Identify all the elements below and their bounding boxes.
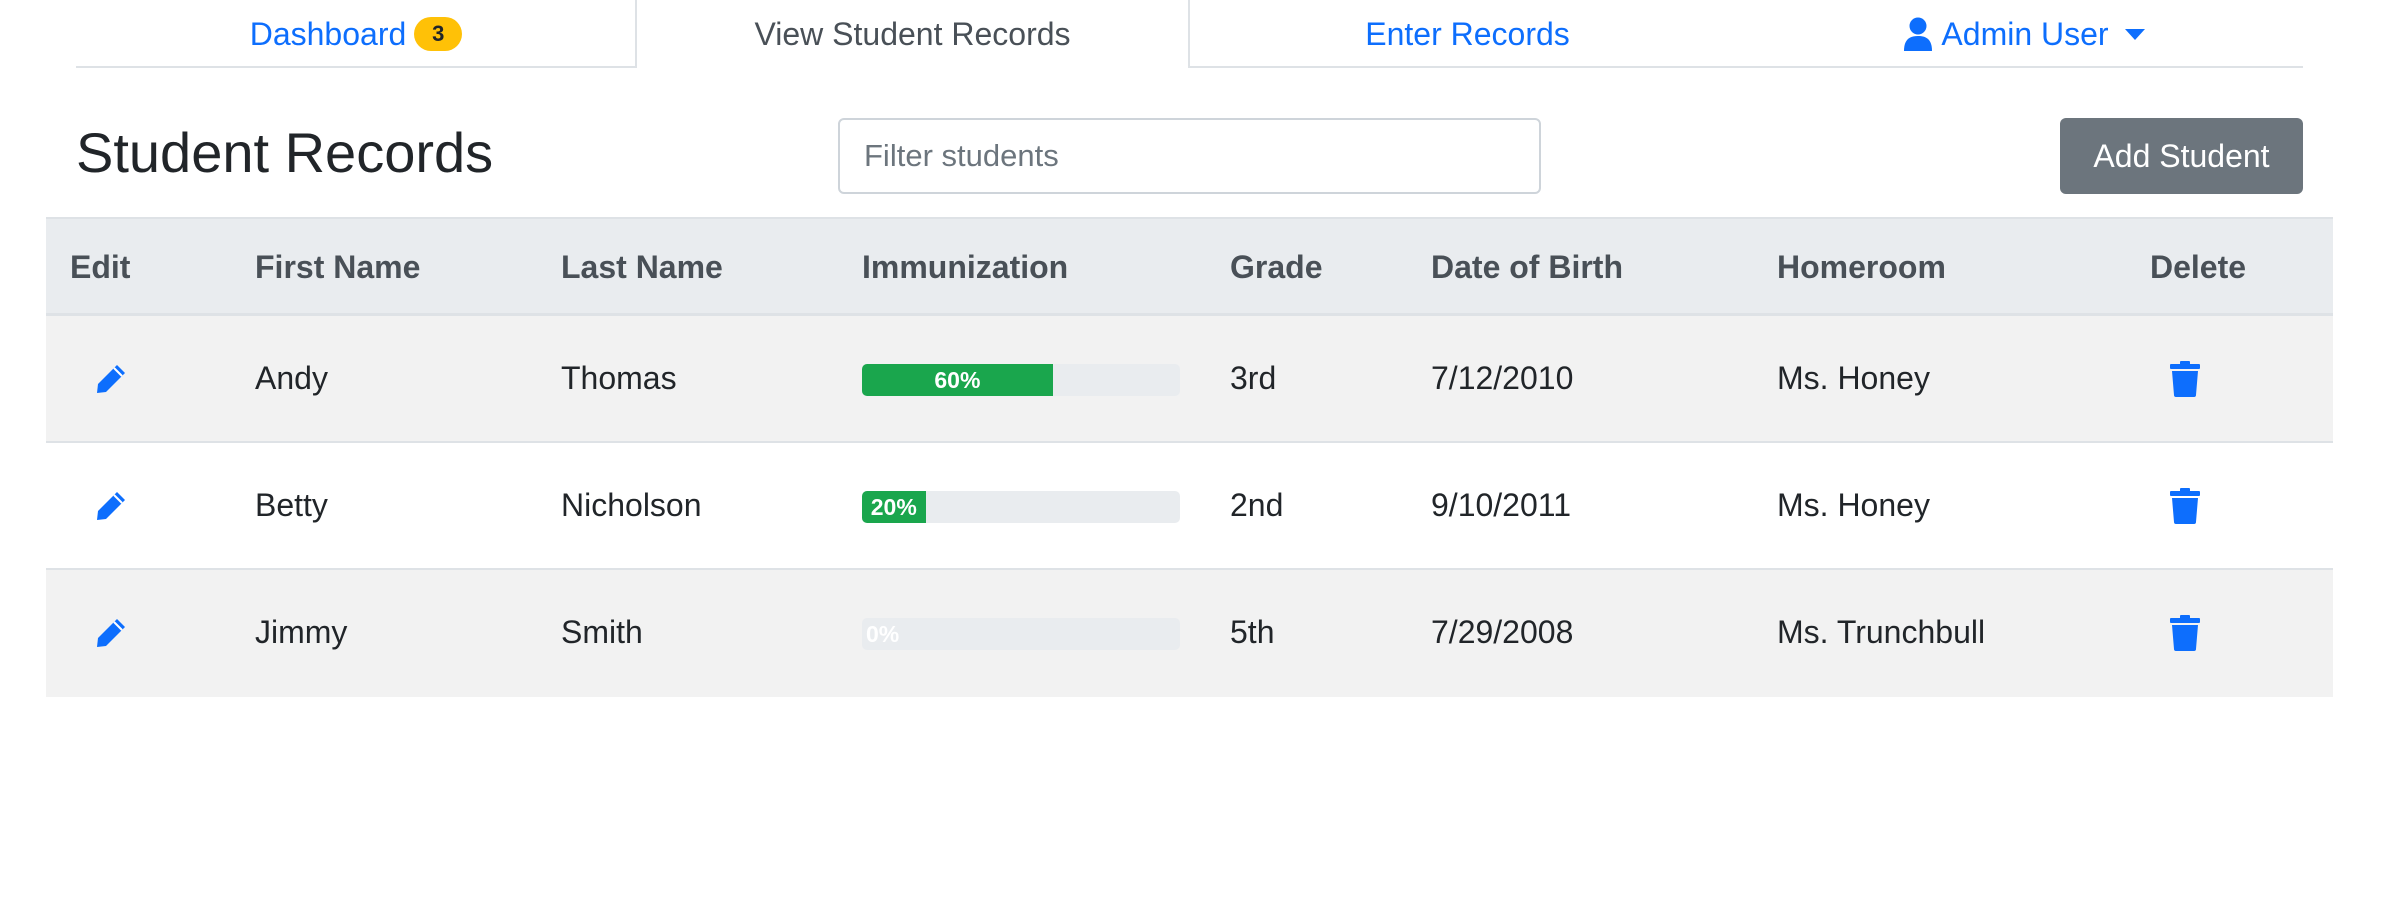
first-name-cell: Andy <box>255 360 328 396</box>
filter-students-input[interactable] <box>838 118 1541 194</box>
first-name-cell: Jimmy <box>255 614 348 650</box>
homeroom-cell: Ms. Honey <box>1777 360 1930 396</box>
table-row: Andy Thomas 60% 3rd 7/12/2010 Ms. Honey <box>46 316 2333 443</box>
tab-view-student-records[interactable]: View Student Records <box>635 0 1190 68</box>
tab-dashboard[interactable]: Dashboard 3 <box>76 0 636 68</box>
last-name-cell: Thomas <box>561 360 677 396</box>
homeroom-cell: Ms. Trunchbull <box>1777 614 1986 650</box>
date-of-birth-cell: 7/12/2010 <box>1431 360 1574 396</box>
grade-cell: 3rd <box>1230 360 1277 396</box>
pencil-icon <box>97 364 125 393</box>
edit-button[interactable] <box>94 570 128 695</box>
pencil-icon <box>97 491 125 520</box>
immunization-progress: 0% <box>862 618 1180 650</box>
first-name-cell: Betty <box>255 487 328 523</box>
delete-button[interactable] <box>2170 316 2200 441</box>
homeroom-cell: Ms. Honey <box>1777 487 1930 523</box>
tab-enter-records[interactable]: Enter Records <box>1190 0 1745 68</box>
caret-down-icon <box>2124 28 2145 40</box>
column-header-date-of-birth: Date of Birth <box>1431 248 1623 285</box>
notification-badge: 3 <box>414 17 463 51</box>
immunization-progress-bar: 0% <box>866 620 900 647</box>
top-nav: Dashboard 3 View Student Records Enter R… <box>76 0 2303 68</box>
page-title: Student Records <box>76 121 494 184</box>
user-menu-label: Admin User <box>1941 15 2109 52</box>
column-header-homeroom: Homeroom <box>1777 248 1946 285</box>
user-icon <box>1904 17 1933 51</box>
user-menu-dropdown[interactable]: Admin User <box>1745 0 2303 68</box>
grade-cell: 5th <box>1230 614 1275 650</box>
date-of-birth-cell: 7/29/2008 <box>1431 614 1574 650</box>
immunization-progress: 20% <box>862 491 1180 523</box>
add-student-button[interactable]: Add Student <box>2060 118 2303 194</box>
student-records-table: Edit First Name Last Name Immunization G… <box>46 217 2333 697</box>
tab-dashboard-label: Dashboard <box>249 15 407 52</box>
date-of-birth-cell: 9/10/2011 <box>1431 487 1571 523</box>
column-header-immunization: Immunization <box>862 248 1069 285</box>
grade-cell: 2nd <box>1230 487 1284 523</box>
immunization-progress-bar: 20% <box>862 491 926 523</box>
pencil-icon <box>97 618 125 647</box>
last-name-cell: Nicholson <box>561 487 702 523</box>
edit-button[interactable] <box>94 316 128 441</box>
tab-view-student-records-label: View Student Records <box>754 15 1071 52</box>
table-header-row: Edit First Name Last Name Immunization G… <box>46 217 2333 316</box>
trash-icon <box>2170 360 2200 397</box>
column-header-last-name: Last Name <box>561 248 723 285</box>
immunization-progress: 60% <box>862 364 1180 396</box>
column-header-delete: Delete <box>2150 248 2247 285</box>
immunization-progress-bar: 60% <box>862 364 1053 396</box>
last-name-cell: Smith <box>561 614 643 650</box>
edit-button[interactable] <box>94 443 128 568</box>
table-row: Jimmy Smith 0% 5th 7/29/2008 Ms. Trunchb… <box>46 570 2333 697</box>
column-header-first-name: First Name <box>255 248 421 285</box>
table-row: Betty Nicholson 20% 2nd 9/10/2011 Ms. Ho… <box>46 443 2333 570</box>
delete-button[interactable] <box>2170 570 2200 695</box>
trash-icon <box>2170 487 2200 524</box>
delete-button[interactable] <box>2170 443 2200 568</box>
column-header-edit: Edit <box>70 248 131 285</box>
tab-enter-records-label: Enter Records <box>1365 15 1570 52</box>
trash-icon <box>2170 614 2200 651</box>
column-header-grade: Grade <box>1230 248 1323 285</box>
